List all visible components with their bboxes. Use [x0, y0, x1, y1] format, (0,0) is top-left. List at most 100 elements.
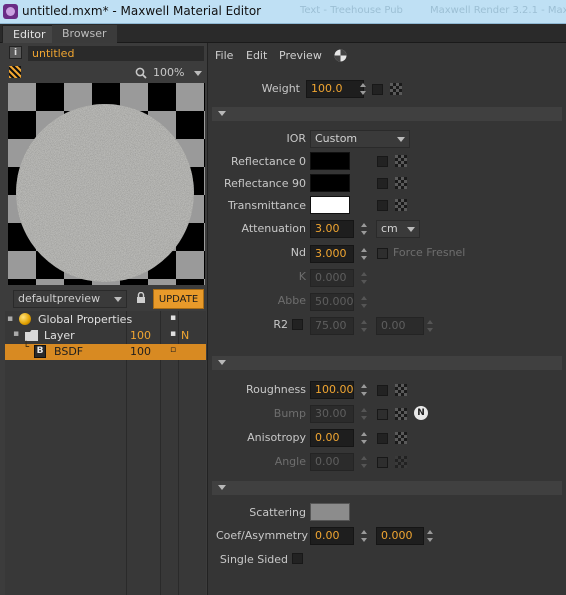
roughness-map-checkbox[interactable] — [377, 385, 388, 396]
k-field[interactable]: 0.000 — [310, 269, 354, 287]
material-name-field[interactable]: untitled — [28, 46, 204, 61]
reflectance-90-label: Reflectance 90 — [224, 177, 306, 190]
preview-scene-select[interactable]: defaultpreview — [13, 290, 127, 308]
roughness-spinner[interactable] — [360, 381, 369, 399]
r2-checkbox[interactable] — [292, 319, 303, 330]
attenuation-spinner[interactable] — [360, 220, 369, 238]
transmittance-texture-icon[interactable] — [395, 199, 407, 211]
angle-texture-icon[interactable] — [395, 456, 407, 468]
tab-bar: Editor Browser — [0, 24, 566, 43]
update-button[interactable]: UPDATE — [153, 289, 204, 309]
reflectance-90-texture-icon[interactable] — [395, 177, 407, 189]
angle-spinner[interactable] — [360, 453, 369, 471]
roughness-field[interactable]: 100.00 — [310, 381, 354, 399]
transmittance-swatch[interactable] — [310, 196, 350, 214]
menu-preview[interactable]: Preview — [279, 49, 322, 62]
tab-browser[interactable]: Browser — [52, 25, 117, 43]
single-sided-checkbox[interactable] — [292, 553, 303, 564]
menu-edit[interactable]: Edit — [246, 49, 267, 62]
tree-item-label: BSDF — [54, 345, 84, 358]
bump-field[interactable]: 30.00 — [310, 405, 354, 423]
nd-spinner[interactable] — [360, 245, 369, 263]
attenuation-field[interactable]: 3.00 — [310, 220, 354, 238]
angle-field[interactable]: 0.00 — [310, 453, 354, 471]
bump-map-checkbox[interactable] — [377, 409, 388, 420]
checker-background-icon[interactable] — [9, 66, 21, 78]
collapse-triangle-icon[interactable] — [218, 111, 226, 116]
asymmetry-spinner[interactable] — [426, 527, 435, 545]
anisotropy-field[interactable]: 0.00 — [310, 429, 354, 447]
zoom-dropdown-icon[interactable] — [194, 71, 202, 76]
weight-label: Weight — [261, 82, 300, 95]
r2-field-b[interactable]: 0.00 — [376, 317, 424, 335]
bsdf-flag[interactable]: ▫ — [170, 345, 176, 355]
k-label: K — [298, 270, 306, 283]
reflectance-0-label: Reflectance 0 — [231, 155, 306, 168]
abbe-field[interactable]: 50.000 — [310, 293, 354, 311]
collapse-triangle-icon[interactable] — [218, 485, 226, 490]
force-fresnel-label: Force Fresnel — [393, 246, 466, 259]
attenuation-unit-select[interactable]: cm — [376, 220, 420, 238]
render-preview-icon[interactable] — [334, 49, 347, 62]
tab-editor[interactable]: Editor — [2, 25, 57, 43]
bump-texture-icon[interactable] — [395, 408, 407, 420]
ior-select[interactable]: Custom — [310, 130, 410, 148]
reflectance-90-swatch[interactable] — [310, 174, 350, 192]
k-spinner[interactable] — [360, 269, 369, 287]
angle-map-checkbox[interactable] — [377, 457, 388, 468]
tree-row-global-properties[interactable]: ▪ Global Properties ▪ — [5, 312, 206, 328]
asymmetry-field[interactable]: 0.000 — [376, 527, 424, 545]
zoom-level[interactable]: 100% — [153, 66, 184, 79]
anisotropy-map-checkbox[interactable] — [377, 433, 388, 444]
anisotropy-label: Anisotropy — [247, 431, 306, 444]
weight-spinner[interactable] — [359, 80, 368, 98]
ior-select-value: Custom — [315, 132, 358, 145]
bsdf-weight[interactable]: 100 — [130, 345, 151, 358]
collapse-triangle-icon[interactable] — [218, 360, 226, 365]
bump-spinner[interactable] — [360, 405, 369, 423]
r2-field-a[interactable]: 75.00 — [310, 317, 354, 335]
weight-field[interactable]: 100.0 — [306, 80, 364, 98]
bsdf-section-header[interactable] — [212, 107, 562, 121]
layer-normal-flag[interactable]: N — [181, 329, 189, 342]
force-fresnel-checkbox[interactable] — [377, 248, 388, 259]
reflectance-0-texture-icon[interactable] — [395, 155, 407, 167]
menu-file[interactable]: File — [215, 49, 233, 62]
scattering-swatch[interactable] — [310, 503, 350, 521]
weight-map-checkbox[interactable] — [372, 84, 383, 95]
anisotropy-spinner[interactable] — [360, 429, 369, 447]
tree-connector: └ — [23, 342, 30, 353]
nd-field[interactable]: 3.000 — [310, 245, 354, 263]
collapse-icon[interactable]: ▪ — [7, 314, 13, 324]
reflectance-0-swatch[interactable] — [310, 152, 350, 170]
background-window-title-2: Maxwell Render 3.2.1 - Maxwell — [430, 5, 566, 16]
nd-label: Nd — [290, 246, 306, 259]
tree-flag: ▪ — [170, 313, 177, 323]
anisotropy-texture-icon[interactable] — [395, 432, 407, 444]
r2-spinner-b[interactable] — [426, 317, 435, 335]
weight-texture-icon[interactable] — [390, 83, 402, 95]
roughness-texture-icon[interactable] — [395, 384, 407, 396]
abbe-label: Abbe — [277, 294, 306, 307]
r2-spinner-a[interactable] — [360, 317, 369, 335]
tree-row-layer[interactable]: ▪ Layer 100 ▪ N — [5, 328, 206, 344]
normal-map-icon[interactable]: N — [414, 406, 428, 420]
layer-flag[interactable]: ▪ — [170, 329, 176, 339]
info-icon[interactable]: i — [9, 46, 22, 59]
transmittance-map-checkbox[interactable] — [377, 200, 388, 211]
abbe-spinner[interactable] — [360, 293, 369, 311]
coef-asymmetry-label: Coef/Asymmetry — [216, 529, 309, 542]
subsurface-section-header[interactable] — [212, 481, 562, 495]
collapse-icon[interactable]: ▪ — [13, 329, 19, 339]
zoom-icon[interactable] — [135, 67, 147, 79]
tree-row-bsdf[interactable]: └ B BSDF 100 ▫ — [5, 342, 206, 360]
layer-weight[interactable]: 100 — [130, 329, 151, 342]
material-preview[interactable] — [8, 83, 205, 285]
reflectance-90-map-checkbox[interactable] — [377, 178, 388, 189]
coef-field[interactable]: 0.00 — [310, 527, 354, 545]
reflectance-0-map-checkbox[interactable] — [377, 156, 388, 167]
coef-spinner[interactable] — [360, 527, 369, 545]
lock-icon[interactable] — [136, 292, 146, 304]
bump-label: Bump — [273, 407, 306, 420]
surface-section-header[interactable] — [212, 356, 562, 370]
